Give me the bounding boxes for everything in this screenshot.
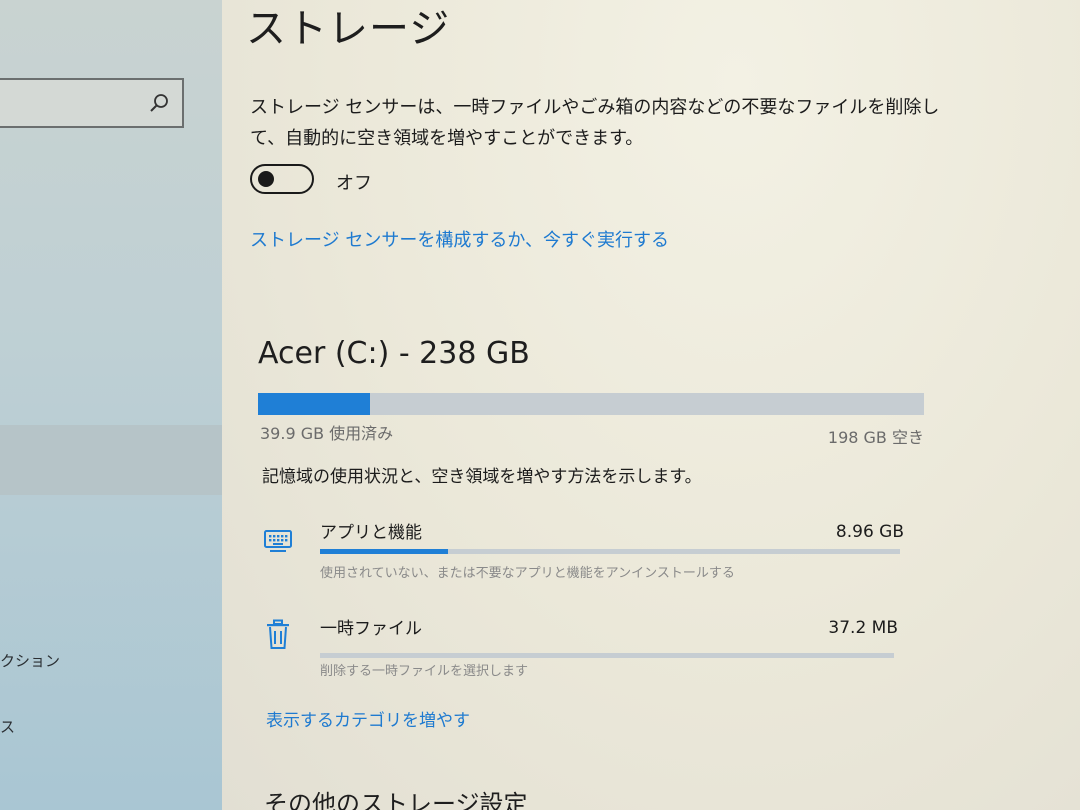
drive-usage-bar-fill	[258, 393, 370, 415]
category-size: 37.2 MB	[828, 618, 898, 638]
search-icon[interactable]	[148, 92, 170, 114]
toggle-state-label: オフ	[336, 173, 372, 194]
storage-sense-description: ストレージ センサーは、一時ファイルやごみ箱の内容などの不要なファイルを削除して…	[250, 97, 940, 149]
toggle-knob	[258, 171, 274, 187]
category-size: 8.96 GB	[835, 522, 904, 542]
drive-free-label: 198 GB 空き	[827, 428, 924, 447]
category-subtitle: 削除する一時ファイルを選択します	[320, 664, 529, 679]
trash-icon	[267, 619, 289, 649]
search-input[interactable]	[0, 78, 184, 128]
category-name: アプリと機能	[320, 523, 422, 543]
drive-used-label: 39.9 GB 使用済み	[260, 424, 394, 443]
category-temp-files[interactable]: 一時ファイル 37.2 MB 削除する一時ファイルを選択します	[262, 614, 898, 684]
drive-title: Acer (C:) - 238 GB	[258, 336, 530, 371]
settings-window: クション ス ストレージ ストレージ センサーは、一時ファイルやごみ箱の内容など…	[0, 0, 1080, 810]
category-usage-bar	[320, 549, 900, 554]
page-title: ストレージ	[246, 6, 451, 52]
category-apps-features[interactable]: アプリと機能 8.96 GB 使用されていない、または不要なアプリと機能をアンイ…	[262, 518, 904, 588]
configure-storage-sense-link[interactable]: ストレージ センサーを構成するか、今すぐ実行する	[250, 226, 669, 252]
main-content: ストレージ ストレージ センサーは、一時ファイルやごみ箱の内容などの不要なファイ…	[222, 0, 1080, 810]
nav-item-label[interactable]: クション	[0, 650, 60, 671]
nav-item-selected[interactable]	[0, 425, 222, 495]
category-usage-bar-fill	[320, 549, 448, 554]
keyboard-icon	[264, 530, 292, 552]
category-subtitle: 使用されていない、または不要なアプリと機能をアンインストールする	[320, 566, 735, 581]
category-usage-bar	[320, 653, 894, 658]
storage-sense-toggle[interactable]	[250, 164, 314, 194]
nav-item-label[interactable]: ス	[0, 716, 15, 737]
drive-usage-bar	[258, 393, 924, 415]
category-name: 一時ファイル	[320, 619, 422, 639]
show-more-categories-link[interactable]: 表示するカテゴリを増やす	[266, 706, 470, 731]
usage-description: 記憶域の使用状況と、空き領域を増やす方法を示します。	[262, 467, 702, 487]
navigation-pane: クション ス	[0, 0, 222, 810]
other-storage-settings-heading: その他のストレージ設定	[264, 790, 528, 810]
